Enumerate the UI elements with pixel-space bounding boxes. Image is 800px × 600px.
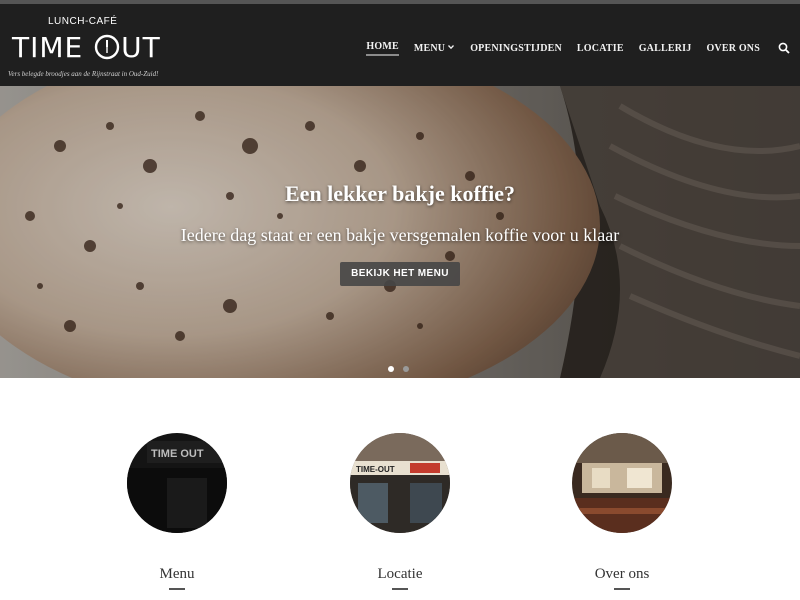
search-icon[interactable] (778, 42, 790, 54)
nav-item-over-ons[interactable]: OVER ONS (706, 43, 760, 54)
logo-subtitle: LUNCH-CAFÉ (48, 16, 118, 27)
feature-locatie-label[interactable]: Locatie (320, 566, 480, 583)
svg-text:TIME OUT: TIME OUT (151, 448, 204, 460)
feature-section: TIME OUT Menu TIME-OUT Locatie Over ons (0, 378, 800, 600)
logo-word-ut: UT (121, 31, 161, 64)
feature-over-ons-label[interactable]: Over ons (542, 566, 702, 583)
logo-word-time: TIME (12, 31, 94, 64)
nav-item-menu[interactable]: MENU (414, 43, 455, 54)
nav-item-openingstijden[interactable]: OPENINGSTIJDEN (470, 43, 562, 54)
hero-slider: Een lekker bakje koffie? Iedere dag staa… (0, 86, 800, 378)
view-menu-button[interactable]: BEKIJK HET MENU (340, 262, 460, 286)
site-header: LUNCH-CAFÉ TIME UT Vers belegde broodjes… (0, 4, 800, 86)
feature-underline (392, 588, 408, 590)
slider-dot-2[interactable] (403, 366, 409, 372)
hero-subtitle: Iedere dag staat er een bakje versgemale… (180, 225, 620, 245)
hero-title: Een lekker bakje koffie? (285, 181, 515, 206)
feature-menu: TIME OUT Menu (97, 433, 257, 590)
logo-wordmark: TIME UT (12, 31, 161, 65)
clock-icon (94, 34, 120, 60)
nav-item-gallerij[interactable]: GALLERIJ (639, 43, 692, 54)
feature-over-ons: Over ons (542, 433, 702, 590)
logo-tagline: Vers belegde broodjes aan de Rijnstraat … (8, 70, 159, 78)
nav-item-menu-label: MENU (413, 43, 446, 54)
main-nav: HOME MENU OPENINGSTIJDEN LOCATIE GALLERI… (351, 41, 760, 56)
storefront-photo[interactable]: TIME-OUT (350, 433, 450, 533)
feature-underline (169, 588, 185, 590)
svg-text:TIME-OUT: TIME-OUT (356, 465, 395, 474)
feature-menu-label[interactable]: Menu (97, 566, 257, 583)
feature-locatie: TIME-OUT Locatie (320, 433, 480, 590)
nav-item-home[interactable]: HOME (366, 41, 399, 56)
slider-dot-1[interactable] (388, 366, 394, 372)
cafe-interior-photo[interactable] (572, 433, 672, 533)
slider-pagination (388, 366, 418, 372)
feature-underline (614, 588, 630, 590)
time-out-sign-photo[interactable]: TIME OUT (127, 433, 227, 533)
nav-item-locatie[interactable]: LOCATIE (577, 43, 624, 54)
chevron-down-icon (448, 45, 455, 50)
site-logo[interactable]: LUNCH-CAFÉ TIME UT Vers belegde broodjes… (8, 14, 188, 84)
